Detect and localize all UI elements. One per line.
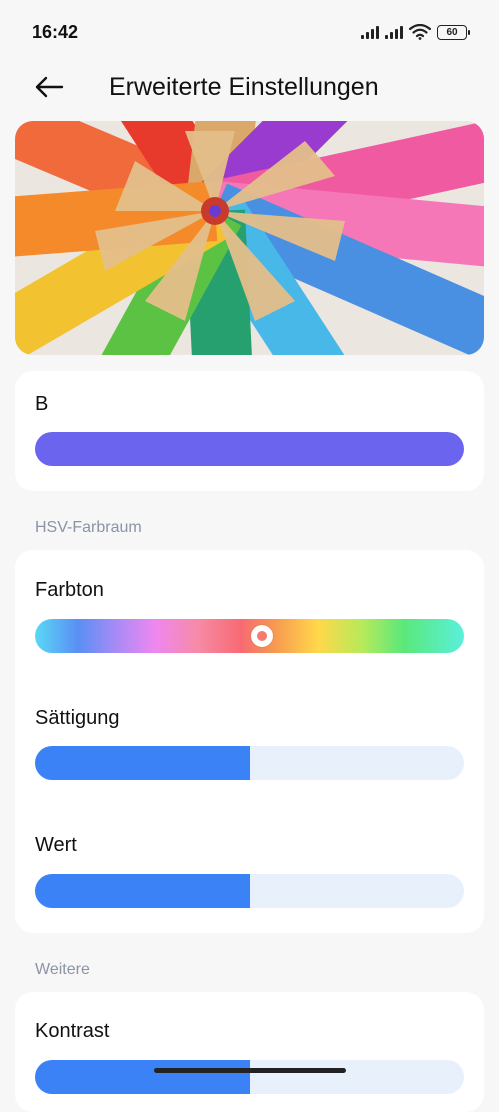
colored-pencils-image — [15, 121, 484, 355]
arrow-left-icon — [35, 76, 64, 98]
status-bar: 16:42 60 — [0, 0, 499, 66]
home-indicator[interactable] — [154, 1068, 346, 1073]
value-slider[interactable] — [35, 874, 464, 908]
value-label: Wert — [35, 834, 77, 856]
status-icons: 60 — [361, 24, 470, 40]
hue-slider-thumb[interactable] — [251, 625, 274, 647]
other-card: Kontrast — [15, 992, 484, 1112]
preview-image — [15, 121, 484, 355]
status-time: 16:42 — [32, 22, 79, 42]
hue-slider[interactable] — [35, 619, 464, 653]
header: Erweiterte Einstellungen — [0, 60, 499, 116]
saturation-slider[interactable] — [35, 746, 464, 780]
page-title: Erweiterte Einstellungen — [109, 73, 379, 101]
saturation-slider-fill — [35, 746, 250, 780]
signal-icon — [361, 25, 379, 39]
contrast-slider-fill — [35, 1060, 250, 1094]
wifi-icon — [409, 24, 431, 40]
signal-icon — [385, 25, 403, 39]
hue-label: Farbton — [35, 579, 104, 601]
value-slider-fill — [35, 874, 250, 908]
b-slider[interactable] — [35, 432, 464, 466]
contrast-slider[interactable] — [35, 1060, 464, 1094]
saturation-label: Sättigung — [35, 707, 120, 729]
section-label-other: Weitere — [35, 961, 90, 978]
hsv-card: Farbton Sättigung Wert — [15, 550, 484, 933]
rgb-b-card: B — [15, 371, 484, 491]
battery-icon: 60 — [437, 24, 470, 40]
contrast-label: Kontrast — [35, 1020, 110, 1042]
section-label-hsv: HSV-Farbraum — [35, 519, 142, 536]
b-label: B — [35, 393, 49, 415]
back-button[interactable] — [30, 70, 70, 104]
